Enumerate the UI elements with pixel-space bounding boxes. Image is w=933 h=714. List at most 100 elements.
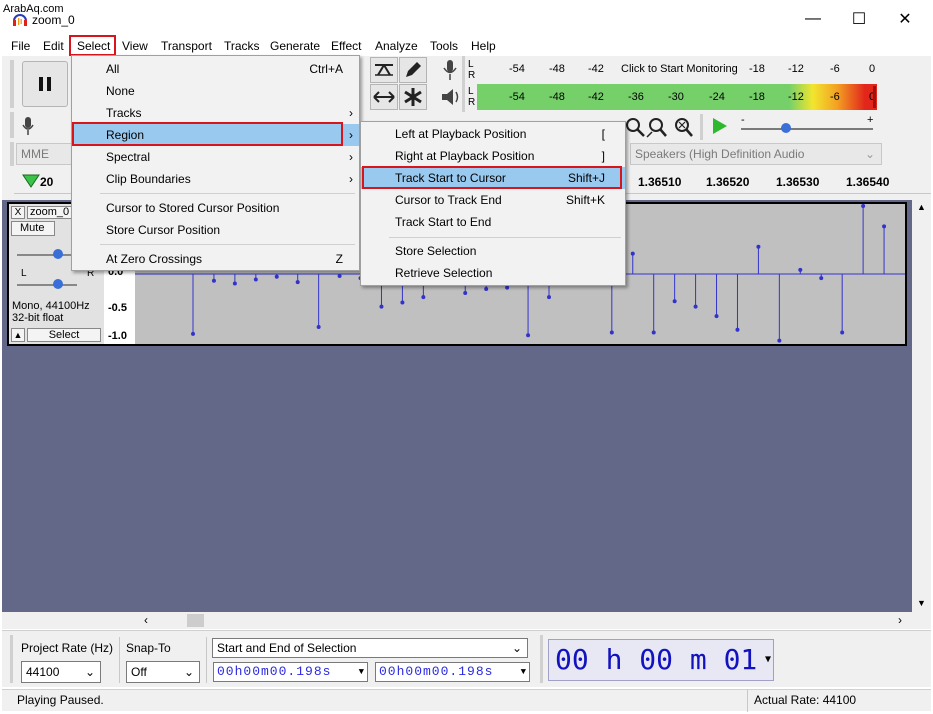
menu-item-all[interactable]: All Ctrl+A — [72, 58, 359, 80]
toolbar-grip[interactable] — [10, 142, 14, 166]
region-submenu: Left at Playback Position [ Right at Pla… — [360, 121, 626, 286]
slider-track — [741, 128, 873, 130]
playback-tick: -36 — [628, 91, 644, 103]
menu-help[interactable]: Help — [468, 38, 499, 55]
minimize-button[interactable]: — — [790, 6, 836, 32]
output-device-select[interactable]: Speakers (High Definition Audio ⌄ — [630, 143, 882, 165]
divider — [119, 637, 120, 683]
toolbar-grip[interactable] — [10, 112, 14, 138]
playback-tick: -54 — [509, 91, 525, 103]
audio-host-select[interactable]: MME — [16, 143, 72, 165]
zoom-toggle-icon[interactable] — [672, 116, 694, 138]
ruler-tick: 1.36510 — [638, 175, 682, 189]
toolbar-grip[interactable] — [10, 60, 14, 108]
zoom-selection-icon[interactable] — [646, 116, 668, 138]
menu-tracks[interactable]: Tracks — [221, 38, 263, 55]
playback-meter-icon — [442, 89, 459, 105]
menu-item-clip-boundaries[interactable]: Clip Boundaries › — [72, 168, 359, 190]
menu-item-at-zero-crossings[interactable]: At Zero Crossings Z — [72, 248, 359, 270]
toolbar-grip[interactable] — [700, 114, 703, 140]
status-bar: Playing Paused. Actual Rate: 44100 — [2, 689, 931, 712]
menu-item-store-cursor[interactable]: Store Cursor Position — [72, 219, 359, 241]
scale-label: -0.5 — [108, 302, 127, 314]
record-tick: -42 — [588, 63, 604, 75]
menu-item-label: At Zero Crossings — [106, 252, 203, 266]
selection-mode-select[interactable]: Start and End of Selection ⌄ — [212, 638, 528, 658]
snap-to-label: Snap-To — [126, 641, 171, 655]
menu-item-tracks[interactable]: Tracks › — [72, 102, 359, 124]
menu-item-retrieve-selection[interactable]: Retrieve Selection — [361, 262, 625, 284]
play-at-speed-icon[interactable] — [710, 116, 730, 136]
menu-edit[interactable]: Edit — [40, 38, 67, 55]
scroll-up-icon[interactable]: ▲ — [917, 202, 926, 212]
pan-slider-thumb[interactable] — [53, 279, 63, 289]
gain-slider-thumb[interactable] — [53, 249, 63, 259]
menu-effect[interactable]: Effect — [328, 38, 364, 55]
menu-transport[interactable]: Transport — [158, 38, 215, 55]
selection-mode-value: Start and End of Selection — [217, 641, 357, 655]
menu-item-store-selection[interactable]: Store Selection — [361, 240, 625, 262]
selection-start-time[interactable]: 00h00m00.198s ▼ — [213, 662, 368, 682]
waveform-sample-point — [882, 224, 887, 229]
draw-tool-button[interactable] — [399, 57, 427, 83]
scroll-down-icon[interactable]: ▼ — [917, 598, 926, 608]
waveform-sample-point — [400, 300, 405, 305]
waveform-sample-point — [274, 274, 279, 279]
menu-item-cursor-to-stored[interactable]: Cursor to Stored Cursor Position — [72, 197, 359, 219]
menu-view[interactable]: View — [119, 38, 151, 55]
time-shift-button[interactable] — [370, 84, 398, 110]
record-meter-icon — [443, 60, 457, 80]
toolbar-grip[interactable] — [540, 635, 543, 683]
maximize-button[interactable]: ☐ — [836, 6, 882, 32]
menu-item-spectral[interactable]: Spectral › — [72, 146, 359, 168]
horizontal-scrollbar[interactable]: ‹ › — [2, 612, 931, 629]
vertical-scrollbar[interactable]: ▲ ▼ — [912, 200, 931, 612]
close-button[interactable]: ✕ — [882, 6, 928, 32]
menu-item-none[interactable]: None — [72, 80, 359, 102]
menu-item-label: All — [106, 62, 120, 76]
menu-item-cursor-to-track-end[interactable]: Cursor to Track End Shift+K — [361, 189, 625, 211]
track-select-button[interactable]: Select — [27, 328, 101, 342]
menu-item-right-at-playback[interactable]: Right at Playback Position ] — [361, 145, 625, 167]
record-meter[interactable]: -54 -48 -42 Click to Start Monitoring -1… — [477, 57, 879, 81]
playback-meter[interactable]: -54 -48 -42 -36 -30 -24 -18 -12 -6 0 — [477, 84, 877, 110]
selection-end-time[interactable]: 00h00m00.198s ▼ — [375, 662, 530, 682]
click-to-start-monitoring[interactable]: Click to Start Monitoring — [621, 63, 738, 75]
zoom-in-icon[interactable] — [624, 116, 646, 138]
menu-analyze[interactable]: Analyze — [372, 38, 421, 55]
slider-thumb[interactable] — [781, 123, 791, 133]
selection-start-value: 00h00m00.198s — [217, 664, 332, 679]
track-close-button[interactable]: X — [11, 206, 25, 219]
menu-tools[interactable]: Tools — [427, 38, 461, 55]
slider-plus-icon: + — [867, 114, 874, 126]
menu-item-left-at-playback[interactable]: Left at Playback Position [ — [361, 123, 625, 145]
chevron-down-icon: ⌄ — [864, 147, 875, 161]
play-head-triangle-icon[interactable] — [22, 174, 40, 188]
scroll-right-icon[interactable]: › — [898, 613, 902, 627]
pan-slider-track — [17, 284, 77, 286]
waveform-sample-point — [861, 204, 866, 208]
menu-item-track-start-to-end[interactable]: Track Start to End — [361, 211, 625, 233]
menu-item-label: Tracks — [106, 106, 142, 120]
waveform-sample-point — [547, 295, 551, 300]
playback-speed-slider[interactable]: - + — [737, 114, 877, 138]
trim-button[interactable] — [370, 57, 398, 83]
snap-to-select[interactable]: Off ⌄ — [126, 661, 200, 683]
toolbar-grip[interactable] — [462, 56, 465, 112]
toolbar-grip[interactable] — [10, 635, 13, 683]
scroll-left-icon[interactable]: ‹ — [144, 613, 148, 627]
playback-tick: -48 — [549, 91, 565, 103]
scroll-thumb[interactable] — [187, 614, 204, 627]
multi-tool-button[interactable] — [399, 84, 427, 110]
menu-generate[interactable]: Generate — [267, 38, 323, 55]
menu-item-shortcut: Shift+K — [565, 193, 605, 207]
audio-position-time[interactable]: 00 h 00 m 01 s ▼ — [548, 639, 774, 714]
pause-button[interactable] — [22, 61, 68, 107]
meter-l-label: L — [468, 59, 474, 70]
project-rate-select[interactable]: 44100 ⌄ — [21, 661, 101, 683]
waveform-sample-point — [463, 291, 468, 296]
playback-tick: -6 — [830, 91, 840, 103]
menu-file[interactable]: File — [8, 38, 33, 55]
mute-button[interactable]: Mute — [11, 221, 55, 236]
collapse-track-button[interactable]: ▲ — [11, 328, 25, 342]
